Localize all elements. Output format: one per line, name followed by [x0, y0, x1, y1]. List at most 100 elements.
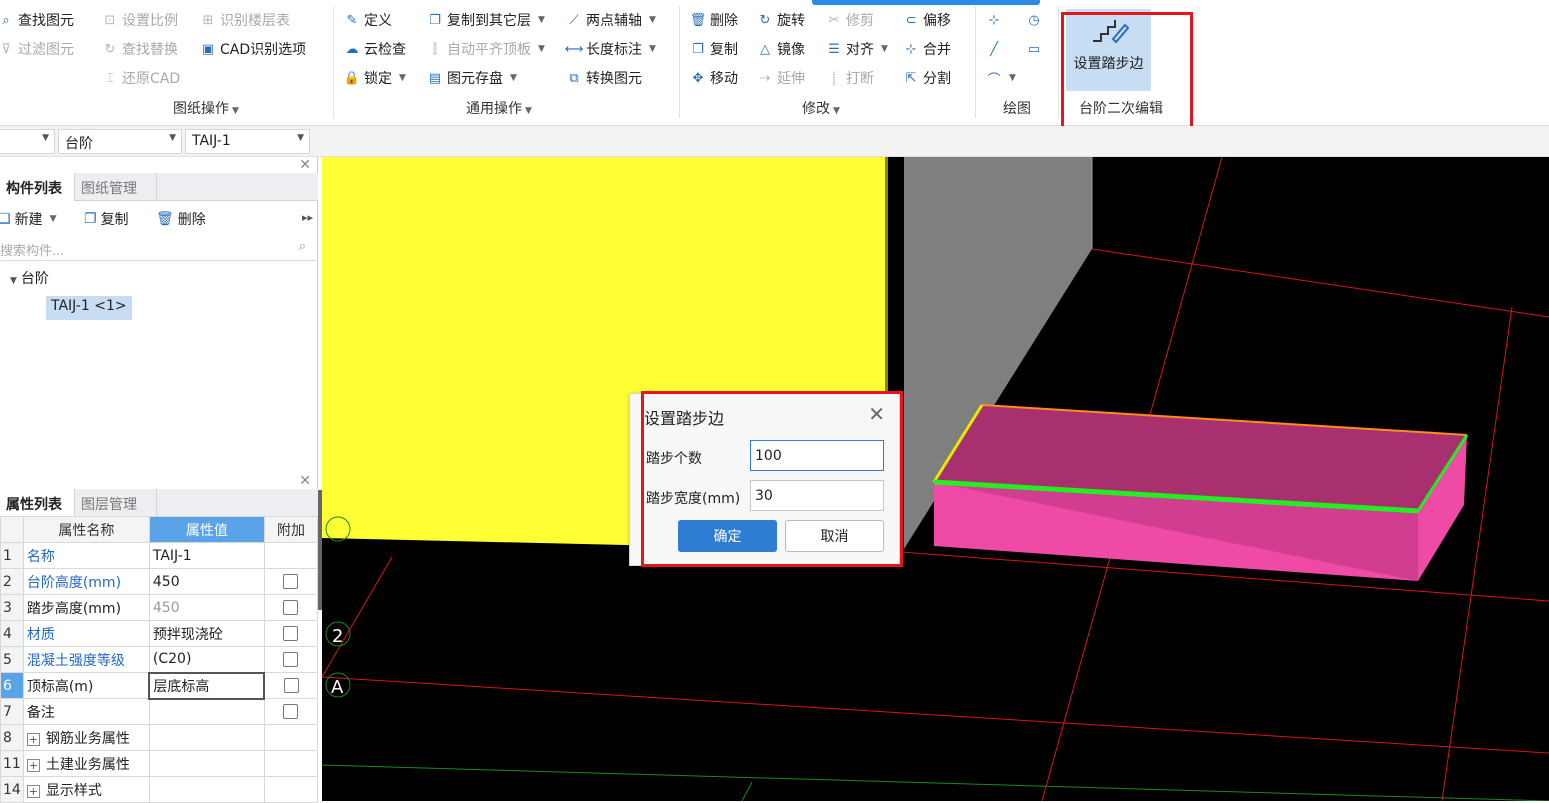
table-row[interactable]: 6 顶标高(m) 层底标高 [0, 671, 319, 700]
find-element-button[interactable]: ⌕ 查找图元 [0, 9, 74, 31]
offset-button[interactable]: ⊂ 偏移 [903, 9, 951, 31]
table-row[interactable]: 8 + 钢筋业务属性 [0, 724, 319, 751]
define-button[interactable]: ✎ 定义 [344, 9, 392, 31]
modify-group-label[interactable]: 修改 ▼ [802, 98, 840, 118]
mirror-button[interactable]: △ 镜像 [757, 38, 805, 60]
step-width-input[interactable] [750, 480, 884, 511]
rotate-icon: ↻ [759, 12, 771, 28]
filter-element-button[interactable]: ⊽ 过滤图元 [0, 38, 74, 60]
set-step-edge-button[interactable]: 设置踏步边 [1066, 9, 1151, 91]
rectangle-tool-button[interactable]: ▭ [1026, 38, 1042, 60]
checkbox[interactable] [283, 678, 299, 693]
rotate-button[interactable]: ↻ 旋转 [757, 9, 805, 31]
grid-line [322, 556, 393, 678]
ok-button[interactable]: 确定 [678, 520, 777, 552]
scene-canvas[interactable]: 2 A [322, 157, 1549, 801]
close-icon[interactable]: ✕ [868, 402, 885, 426]
convert-element-button[interactable]: ⧉ 转换图元 [566, 67, 642, 89]
checkbox[interactable] [283, 704, 299, 719]
offset-icon: ⊂ [905, 12, 917, 28]
mirror-icon: △ [760, 41, 770, 57]
component-dropdown[interactable]: TAIJ-1 ▼ [185, 129, 310, 154]
tree-root[interactable]: ▼ 台阶 [10, 268, 49, 288]
cloud-icon: ☁ [345, 41, 359, 57]
table-row[interactable]: 14 + 显示样式 [0, 776, 319, 803]
checkbox[interactable] [283, 626, 299, 641]
copy-to-layer-button[interactable]: ❐ 复制到其它层 ▼ [427, 9, 545, 31]
category-dropdown[interactable]: 台阶 ▼ [58, 129, 182, 154]
close-icon[interactable]: ✕ [299, 157, 311, 173]
checkbox[interactable] [283, 652, 299, 667]
circle-tool-button[interactable]: ◷ [1026, 9, 1042, 31]
table-row[interactable]: 7 备注 [0, 698, 319, 725]
line-tool-button[interactable]: ╱ [986, 38, 1002, 60]
tab-property-list[interactable]: 属性列表 [0, 489, 75, 517]
point-tool-button[interactable]: ⊹ [986, 9, 1002, 31]
copy-component-button[interactable]: ❐ 复制 [84, 209, 129, 229]
save-icon: ▤ [428, 70, 442, 86]
search-input[interactable]: 搜索构件... ⌕ [0, 237, 316, 261]
table-row[interactable]: 2 台阶高度(mm) 450 [0, 568, 319, 595]
table-row[interactable]: 5 混凝土强度等级 (C20) [0, 646, 319, 673]
length-dim-button[interactable]: ⟷ 长度标注 ▼ [565, 38, 656, 60]
align-icon: ☰ [828, 41, 840, 57]
tab-drawing-management[interactable]: 图纸管理 [75, 173, 157, 201]
checkbox[interactable] [283, 574, 299, 589]
grid-line-green [322, 764, 1549, 801]
break-button[interactable]: ⸽ 打断 [826, 67, 874, 89]
layer-dropdown[interactable]: ▼ [0, 129, 55, 154]
new-button[interactable]: ❏ 新建 ▼ [0, 209, 56, 229]
flush-icon: ⫿ [432, 41, 438, 57]
cad-icon: ▣ [201, 41, 215, 57]
trash-icon: 🗑 [689, 12, 707, 28]
merge-button[interactable]: ⊹ 合并 [903, 38, 951, 60]
divider [975, 6, 976, 118]
expand-icon[interactable]: + [26, 784, 40, 798]
divider [1058, 6, 1059, 118]
more-icon[interactable]: ▸▸ [302, 211, 313, 224]
two-point-axis-button[interactable]: ⟋ 两点辅轴 ▼ [566, 9, 655, 31]
identify-floor-table-button[interactable]: ⊞ 识别楼层表 [200, 9, 290, 31]
expand-icon[interactable]: + [26, 758, 40, 772]
cad-options-button[interactable]: ▣ CAD识别选项 [200, 38, 306, 60]
auto-flush-button[interactable]: ⫿ 自动平齐顶板 ▼ [427, 38, 545, 60]
trim-icon: ✂ [828, 12, 840, 28]
delete-component-button[interactable]: 🗑 删除 [156, 209, 206, 229]
grid-line [1091, 248, 1549, 318]
tree-item-taij-1[interactable]: TAIJ-1 <1> [46, 296, 132, 320]
lock-button[interactable]: 🔒 锁定 ▼ [344, 67, 406, 89]
split-button[interactable]: ⇱ 分割 [903, 67, 951, 89]
step-count-input[interactable] [750, 440, 884, 471]
set-scale-button[interactable]: ⊡ 设置比例 [102, 9, 178, 31]
extend-button[interactable]: ⇢ 延伸 [757, 67, 805, 89]
align-button[interactable]: ☰ 对齐 ▼ [826, 38, 888, 60]
copy-icon: ❐ [692, 41, 704, 57]
arc-tool-button[interactable]: ⌒ ▼ [986, 67, 1015, 89]
trim-button[interactable]: ✂ 修剪 [826, 9, 874, 31]
component-tabs: 构件列表 图纸管理 [0, 173, 318, 201]
expand-icon[interactable]: + [26, 732, 40, 746]
close-icon[interactable]: ✕ [299, 473, 311, 489]
table-row[interactable]: 11 + 土建业务属性 [0, 750, 319, 777]
find-replace-button[interactable]: ↻ 查找替换 [102, 38, 178, 60]
3d-viewport[interactable]: 2 A [322, 157, 1549, 801]
cancel-button[interactable]: 取消 [785, 520, 884, 552]
move-button[interactable]: ✥ 移动 [690, 67, 738, 89]
tab-layer-management[interactable]: 图层管理 [75, 489, 157, 517]
table-row[interactable]: 3 踏步高度(mm) 450 [0, 594, 319, 621]
chevron-down-icon: ▼ [169, 133, 176, 143]
cloud-check-button[interactable]: ☁ 云检查 [344, 38, 407, 60]
copy-button[interactable]: ❐ 复制 [690, 38, 738, 60]
table-row[interactable]: 4 材质 预拌现浇砼 [0, 620, 319, 647]
drawing-ops-group-label[interactable]: 图纸操作 ▼ [173, 98, 239, 118]
general-ops-group-label[interactable]: 通用操作 ▼ [466, 98, 532, 118]
delete-button[interactable]: 🗑 删除 [690, 9, 738, 31]
restore-cad-button[interactable]: ⌶ 还原CAD [102, 67, 180, 89]
checkbox[interactable] [283, 600, 299, 615]
extend-icon: ⇢ [759, 70, 771, 86]
new-icon: ❏ [0, 211, 11, 227]
copy-layer-icon: ❐ [429, 12, 441, 28]
tab-component-list[interactable]: 构件列表 [0, 173, 75, 201]
element-save-button[interactable]: ▤ 图元存盘 ▼ [427, 67, 517, 89]
table-row[interactable]: 1 名称 TAIJ-1 [0, 542, 319, 569]
